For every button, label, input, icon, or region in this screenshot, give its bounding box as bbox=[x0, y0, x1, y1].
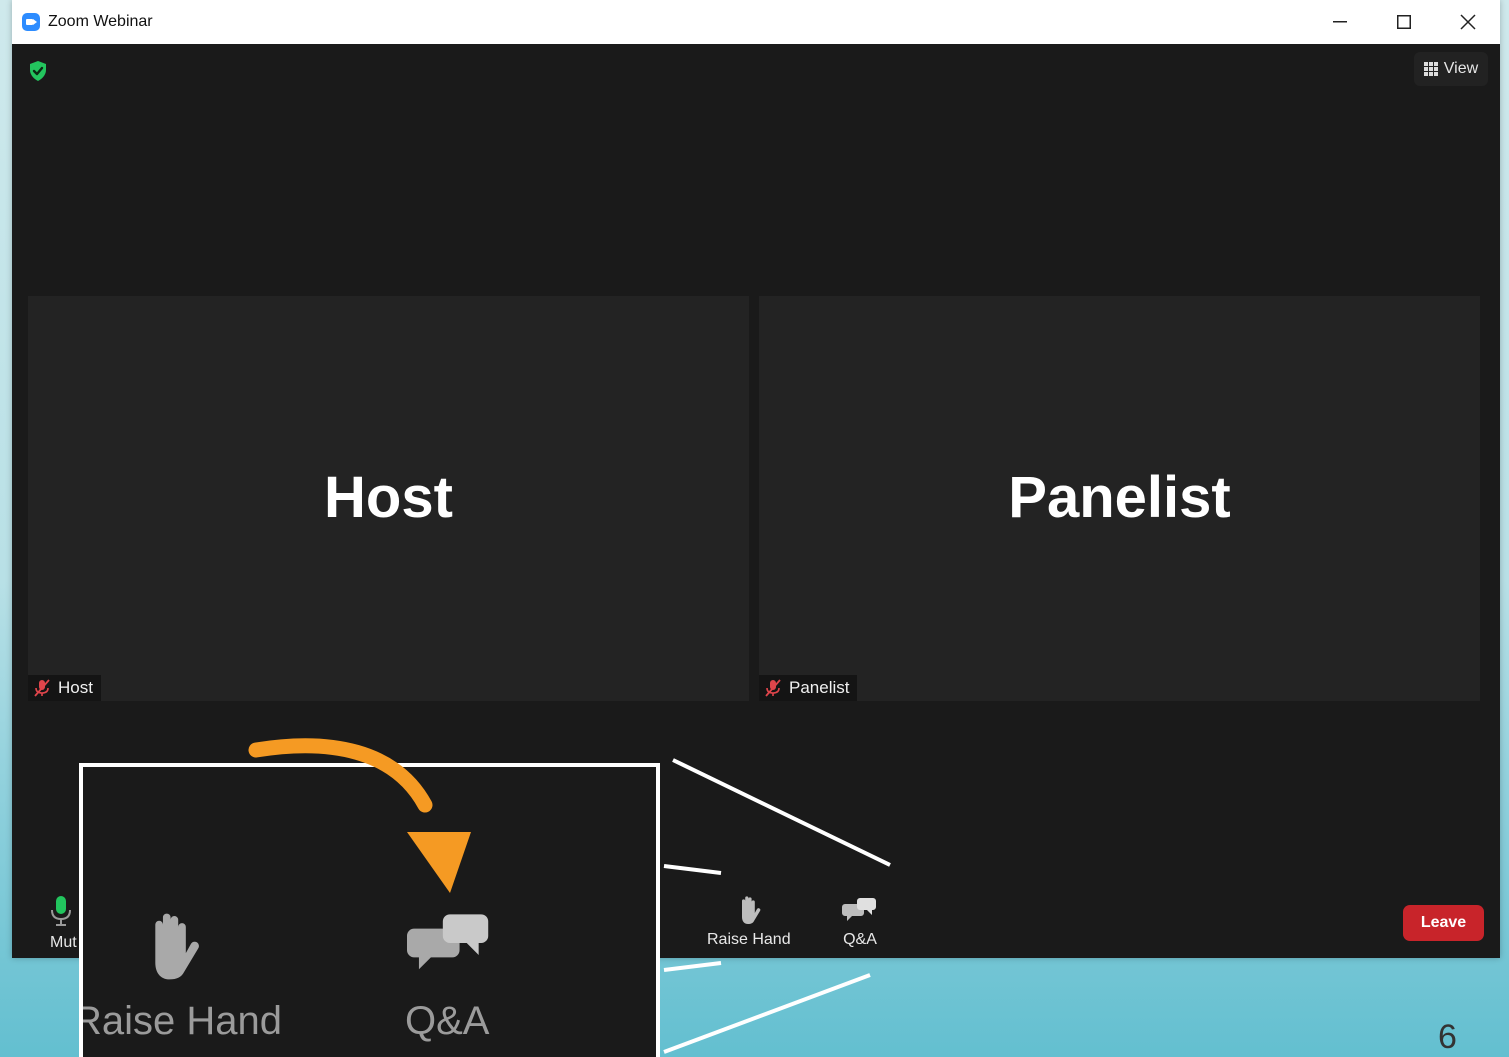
arrow-icon bbox=[248, 738, 471, 893]
slide-number: 6 bbox=[1438, 1018, 1457, 1056]
